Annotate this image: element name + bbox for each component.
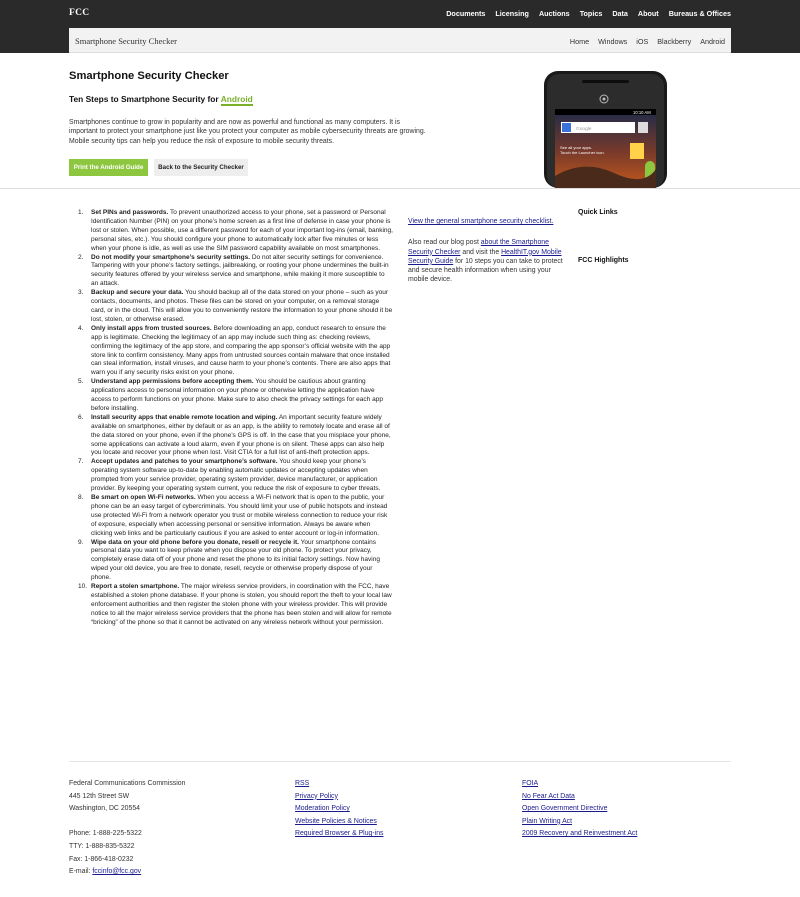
footer-link-privacy-policy[interactable]: Privacy Policy [295, 793, 338, 800]
step-number: 9. [78, 538, 84, 546]
footer-link-open-government[interactable]: Open Government Directive [522, 805, 607, 812]
hero-divider [0, 188, 800, 189]
phone-number: Phone: 1-888-225-5322 [69, 830, 142, 838]
email-link[interactable]: fccinfo@fcc.gov [92, 868, 141, 875]
step-title: Wipe data on your old phone before you d… [91, 538, 299, 546]
android-phone-image: 10:10 AM Google See all your apps. Touch… [544, 71, 667, 188]
footer-link-rss[interactable]: RSS [295, 780, 309, 787]
security-steps-list: 1. Set PINs and passwords. To prevent una… [78, 209, 393, 628]
list-item: 4. Only install apps from trusted sources… [78, 325, 393, 378]
list-item: 3. Backup and secure your data. You shoul… [78, 289, 393, 325]
step-number: 4. [78, 324, 84, 332]
nav-bureaus-offices[interactable]: Bureaus & Offices [669, 9, 731, 18]
list-item: 7. Accept updates and patches to your sma… [78, 458, 393, 494]
email-label: E-mail: [69, 868, 93, 876]
list-item: 2. Do not modify your smartphone’s securi… [78, 254, 393, 290]
related-links-column: View the general smartphone security che… [408, 217, 564, 297]
step-title: Set PINs and passwords. [91, 209, 169, 216]
step-number: 7. [78, 458, 84, 466]
step-number: 1. [78, 209, 84, 216]
address-line-2: Washington, DC 20554 [69, 805, 140, 813]
subnav-ios[interactable]: iOS [636, 37, 648, 46]
nav-documents[interactable]: Documents [446, 9, 485, 18]
step-text: Before downloading an app, conduct resea… [91, 324, 391, 377]
subnav-home[interactable]: Home [570, 37, 589, 46]
sidebar: Quick Links FCC Highlights [578, 209, 728, 264]
back-to-checker-button[interactable]: Back to the Security Checker [154, 159, 248, 176]
step-number: 3. [78, 289, 84, 297]
blog-text-1: Also read our blog post [408, 239, 481, 247]
step-number: 10. [78, 583, 88, 591]
blog-paragraph: Also read our blog post about the Smartp… [408, 238, 564, 284]
general-checklist-link[interactable]: View the general smartphone security che… [408, 218, 553, 225]
nav-about[interactable]: About [638, 9, 659, 18]
page-title: Smartphone Security Checker [69, 70, 229, 82]
step-number: 6. [78, 413, 84, 421]
step-title: Understand app permissions before accept… [91, 378, 254, 386]
main-nav: Documents Licensing Auctions Topics Data… [446, 9, 731, 18]
step-number: 5. [78, 378, 84, 386]
sub-header: Smartphone Security Checker Home Windows… [69, 28, 731, 53]
platform-name: Android [220, 94, 253, 106]
step-title: Install security apps that enable remote… [91, 413, 278, 421]
footer-divider [69, 761, 731, 762]
fax-number: Fax: 1-866-418-0232 [69, 855, 134, 863]
footer-link-plain-writing[interactable]: Plain Writing Act [522, 818, 572, 825]
site-section-title[interactable]: Smartphone Security Checker [75, 36, 177, 46]
footer-link-required-browser[interactable]: Required Browser & Plug-ins [295, 830, 383, 837]
nav-topics[interactable]: Topics [580, 9, 603, 18]
step-number: 8. [78, 494, 84, 501]
subnav-android[interactable]: Android [700, 37, 725, 46]
top-bar: FCC Documents Licensing Auctions Topics … [0, 0, 800, 53]
page-subtitle: Ten Steps to Smartphone Security for And… [69, 94, 253, 106]
footer-link-website-policies[interactable]: Website Policies & Notices [295, 818, 377, 825]
list-item: 1. Set PINs and passwords. To prevent una… [78, 209, 393, 254]
footer-links-col-1: RSS Privacy Policy Moderation Policy Web… [295, 778, 383, 841]
phone-search-label: Google [576, 126, 592, 132]
list-item: 10. Report a stolen smartphone. The major… [78, 583, 393, 628]
footer-link-foia[interactable]: FOIA [522, 780, 538, 787]
fcc-highlights-heading: FCC Highlights [578, 257, 629, 264]
subtitle-text: Ten Steps to Smartphone Security for [69, 94, 221, 104]
step-title: Backup and secure your data. [91, 289, 184, 297]
footer-links-col-2: FOIA No Fear Act Data Open Government Di… [522, 778, 637, 841]
list-item: 5. Understand app permissions before acce… [78, 378, 393, 414]
step-title: Accept updates and patches to your smart… [91, 458, 278, 466]
list-item: 8. Be smart on open Wi-Fi networks. When … [78, 494, 393, 539]
intro-text: Smartphones continue to grow in populari… [69, 119, 426, 145]
step-title: Only install apps from trusted sources. [91, 324, 212, 332]
nav-auctions[interactable]: Auctions [539, 9, 570, 18]
list-item: 9. Wipe data on your old phone before you… [78, 539, 393, 584]
list-item: 6. Install security apps that enable remo… [78, 414, 393, 459]
org-name: Federal Communications Commission [69, 780, 186, 787]
step-title: Report a stolen smartphone. [91, 583, 180, 591]
fcc-logo[interactable]: FCC [69, 8, 89, 18]
subnav-windows[interactable]: Windows [598, 37, 627, 46]
footer-contact: Federal Communications Commission 445 12… [69, 778, 185, 879]
footer-link-recovery-act[interactable]: 2009 Recovery and Reinvestment Act [522, 830, 637, 837]
step-number: 2. [78, 253, 84, 261]
email-line: E-mail: fccinfo@fcc.gov [69, 866, 185, 879]
general-checklist-paragraph: View the general smartphone security che… [408, 217, 564, 226]
quick-links-heading: Quick Links [578, 209, 618, 216]
nav-licensing[interactable]: Licensing [495, 9, 529, 18]
subnav-blackberry[interactable]: Blackberry [657, 37, 691, 46]
print-guide-button[interactable]: Print the Android Guide [69, 159, 148, 176]
nav-data[interactable]: Data [612, 9, 628, 18]
address-line-1: 445 12th Street SW [69, 792, 130, 800]
blog-text-2: and visit the [460, 248, 502, 256]
phone-hint-line-2: Touch the Launcher icon. [560, 150, 605, 155]
footer-link-moderation-policy[interactable]: Moderation Policy [295, 805, 350, 812]
step-title: Do not modify your smartphone’s security… [91, 253, 251, 261]
phone-clock: 10:10 AM [633, 110, 651, 115]
footer-link-no-fear-act[interactable]: No Fear Act Data [522, 793, 575, 800]
platform-nav: Home Windows iOS Blackberry Android [570, 37, 725, 46]
tty-number: TTY: 1-888-835-5322 [69, 842, 135, 850]
hero-section: Smartphone Security Checker Ten Steps to… [0, 53, 800, 188]
step-title: Be smart on open Wi-Fi networks. [91, 494, 196, 501]
